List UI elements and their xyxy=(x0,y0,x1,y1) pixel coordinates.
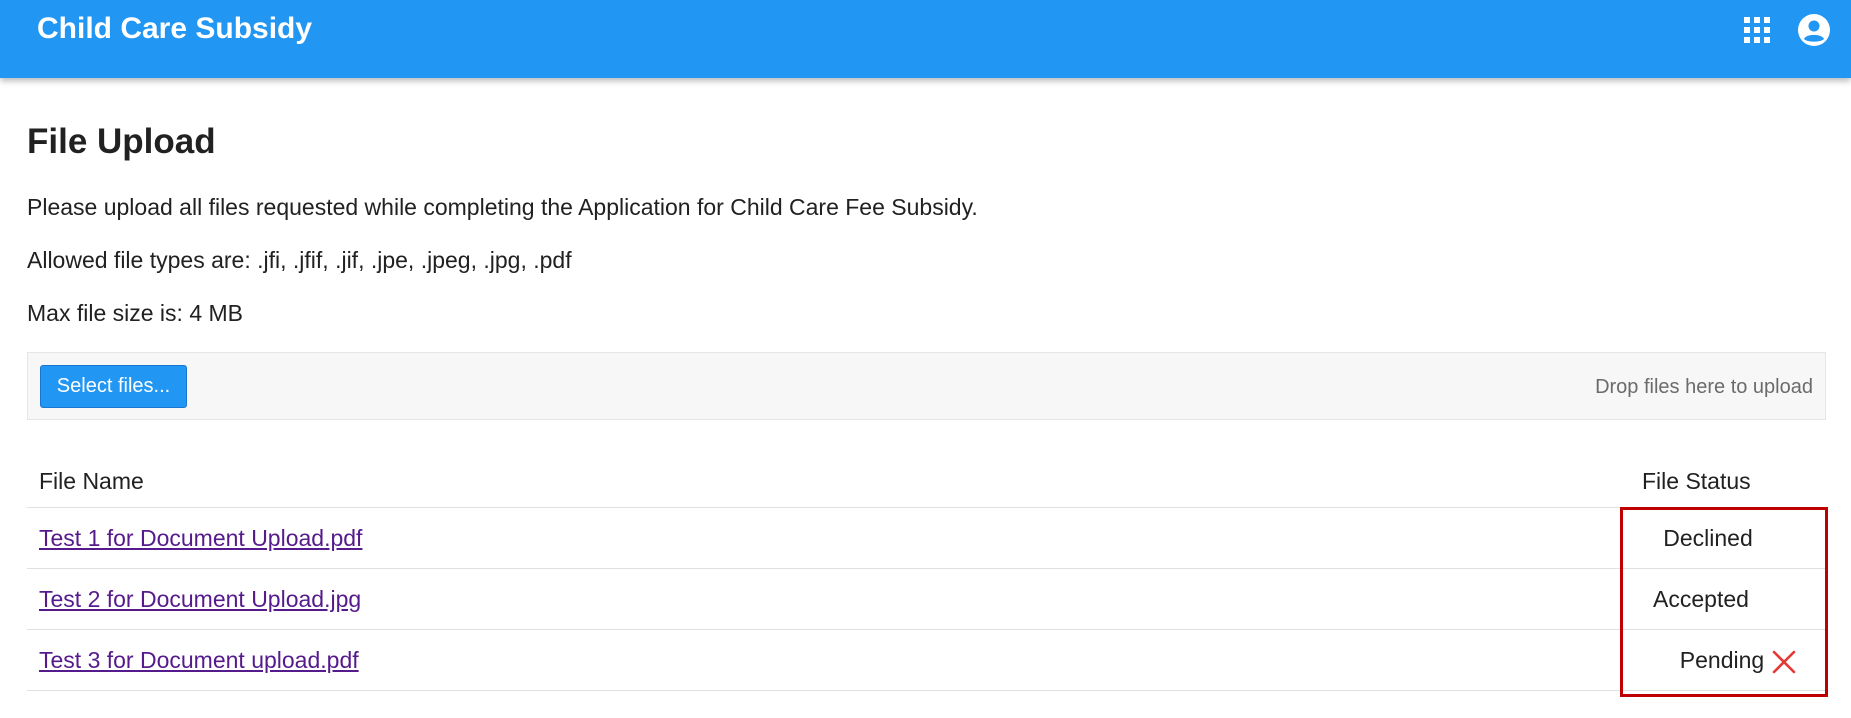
account-circle-icon[interactable] xyxy=(1798,14,1830,46)
file-status: Pending xyxy=(1679,647,1765,673)
apps-grid-icon[interactable] xyxy=(1744,17,1770,43)
instructions-text: Please upload all files requested while … xyxy=(27,194,978,220)
table-row: Test 3 for Document upload.pdf Pending xyxy=(27,629,1826,691)
max-file-size-text: Max file size is: 4 MB xyxy=(27,300,243,326)
close-icon[interactable] xyxy=(1772,650,1796,674)
app-title: Child Care Subsidy xyxy=(37,12,313,45)
upload-dropzone[interactable]: Select files... Drop files here to uploa… xyxy=(27,352,1826,420)
file-link[interactable]: Test 1 for Document Upload.pdf xyxy=(39,523,362,553)
file-name-column-header: File Name xyxy=(39,468,144,494)
file-status-column-header: File Status xyxy=(1642,468,1751,494)
file-link[interactable]: Test 3 for Document upload.pdf xyxy=(39,645,359,675)
app-bar: Child Care Subsidy xyxy=(0,0,1851,78)
drop-files-hint: Drop files here to upload xyxy=(1595,376,1813,398)
table-row: Test 1 for Document Upload.pdf Declined xyxy=(27,507,1826,569)
table-row: Test 2 for Document Upload.jpg Accepted xyxy=(27,568,1826,630)
allowed-file-types-text: Allowed file types are: .jfi, .jfif, .ji… xyxy=(27,247,572,273)
file-status: Declined xyxy=(1663,525,1753,551)
file-status: Accepted xyxy=(1653,586,1749,612)
page-title: File Upload xyxy=(27,122,216,161)
file-link[interactable]: Test 2 for Document Upload.jpg xyxy=(39,584,361,614)
select-files-button[interactable]: Select files... xyxy=(40,365,187,408)
